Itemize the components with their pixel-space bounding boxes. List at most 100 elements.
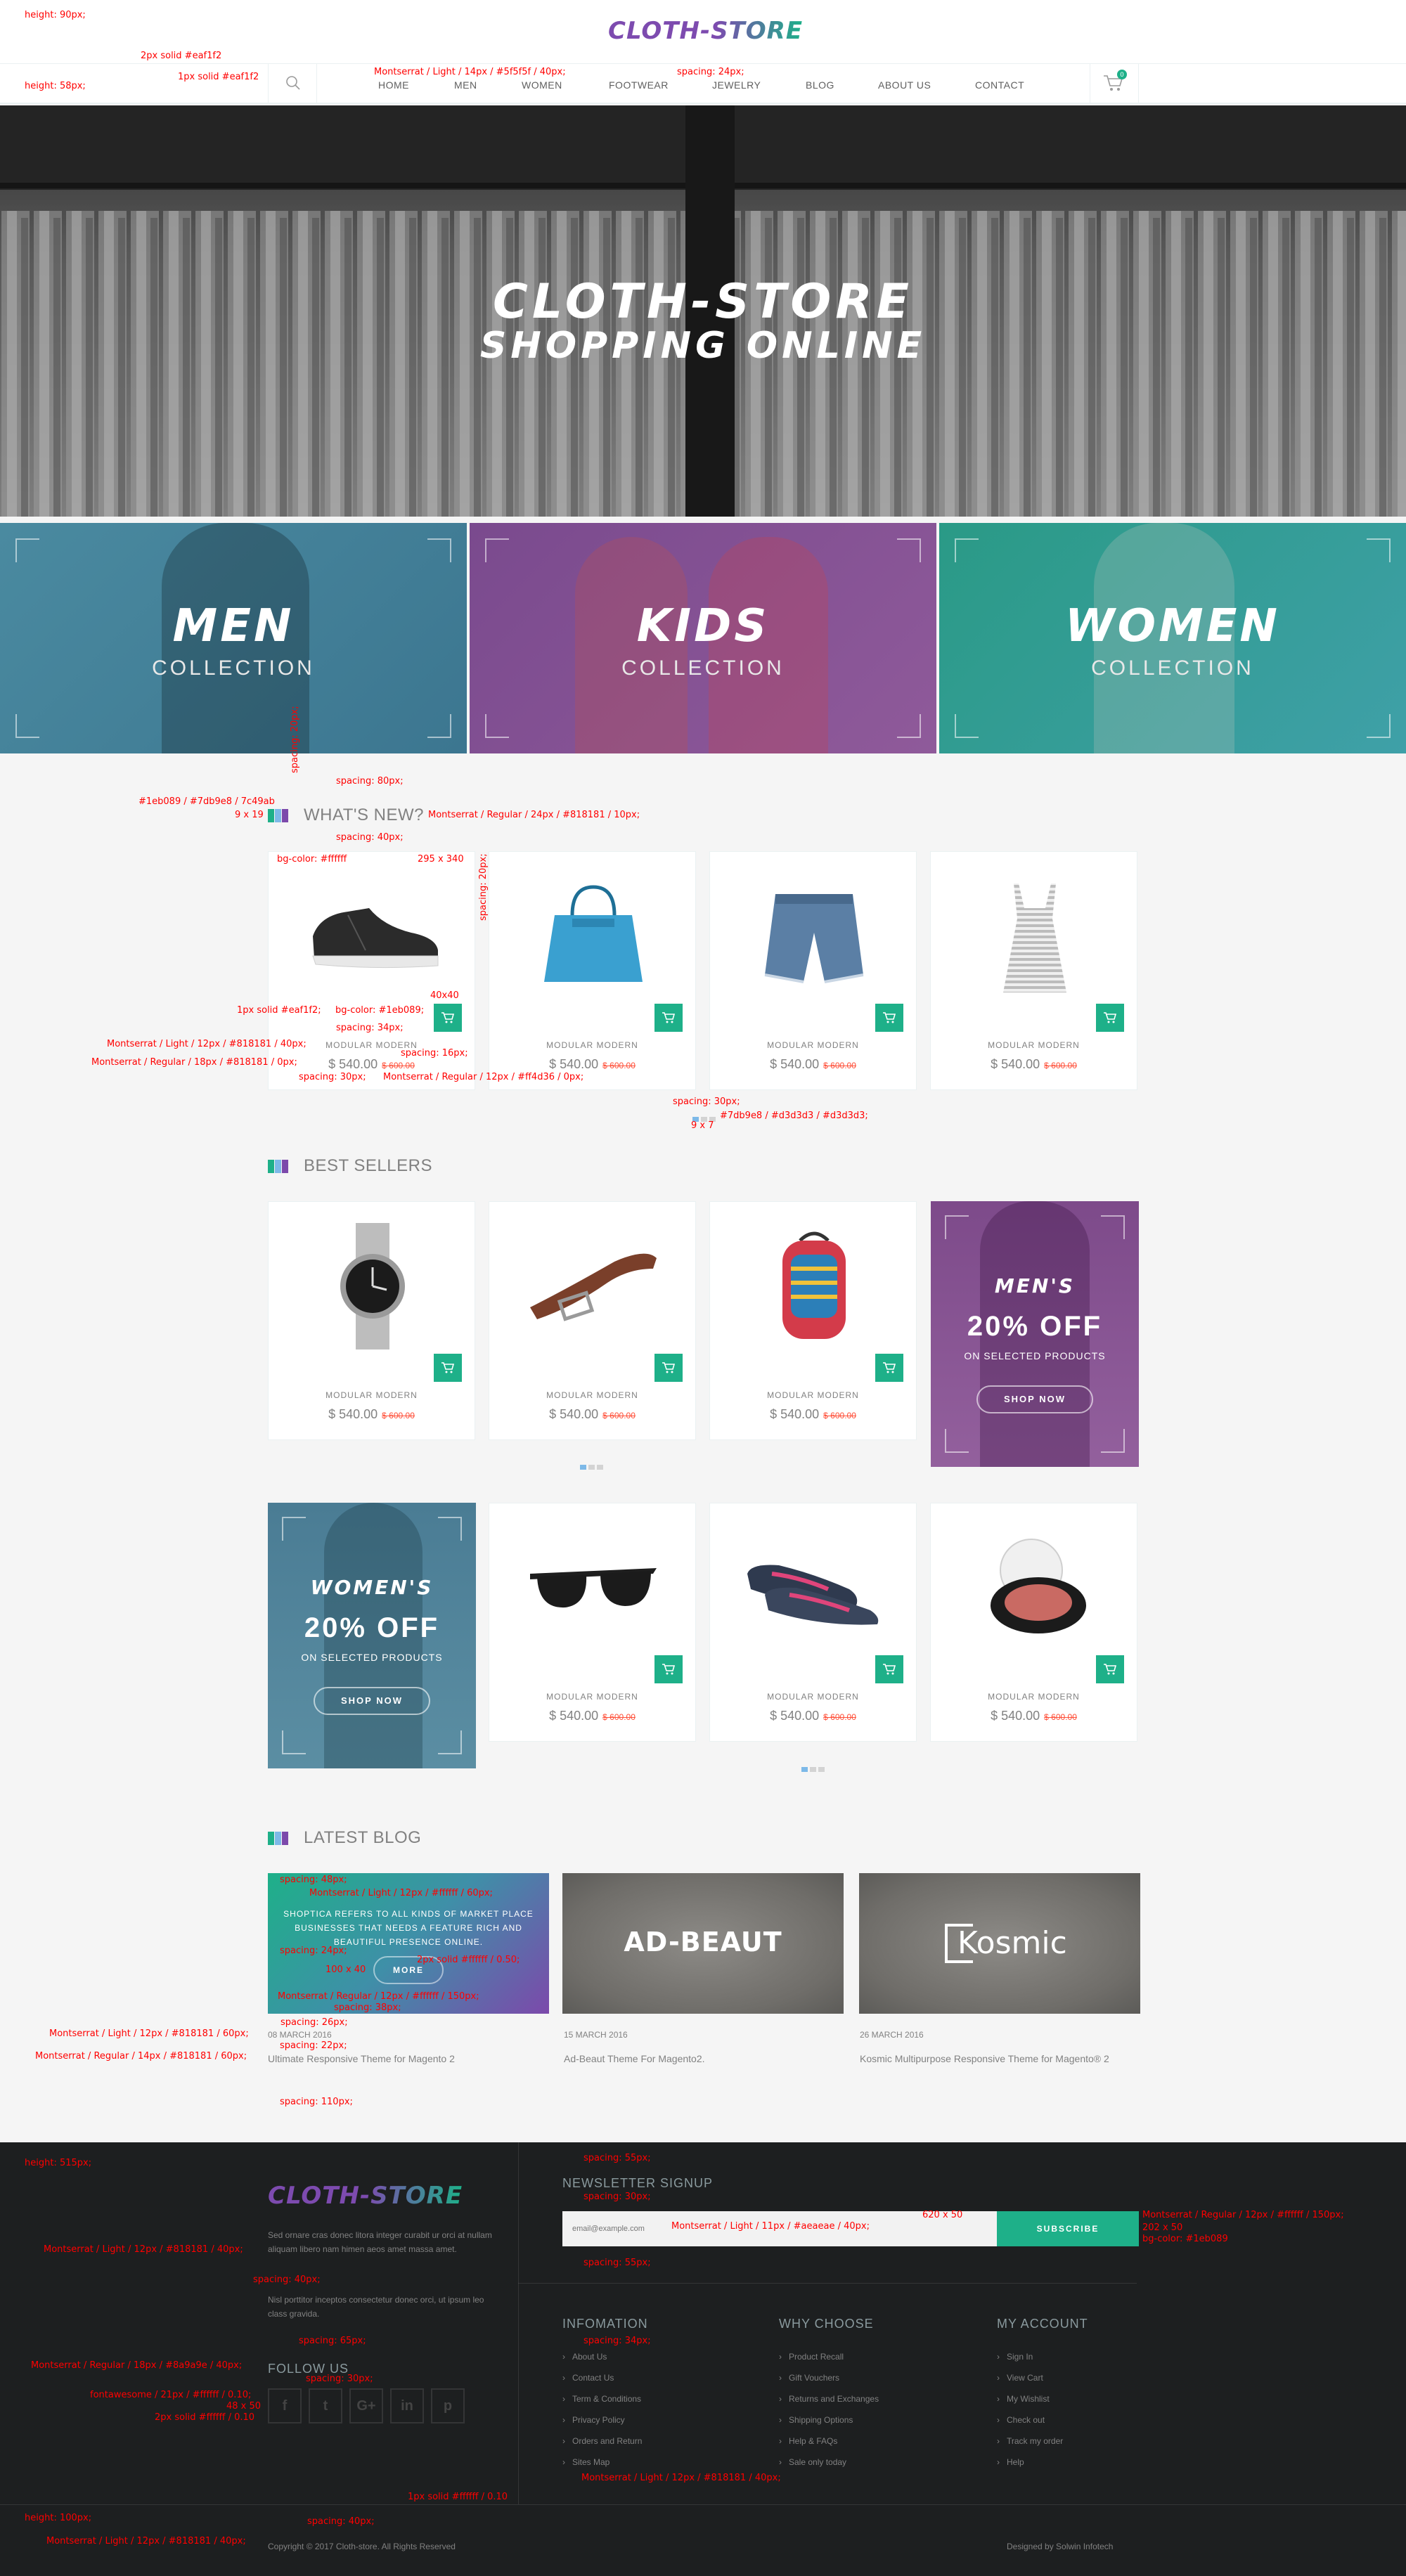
add-to-cart-button[interactable]: [1096, 1655, 1124, 1683]
current-price: $ 540.00: [328, 1407, 378, 1421]
add-to-cart-button[interactable]: [434, 1004, 462, 1032]
facebook-icon[interactable]: f: [268, 2388, 302, 2423]
add-to-cart-button[interactable]: [654, 1004, 683, 1032]
product-card[interactable]: MODULAR MODERN $ 540.00 $ 600.00: [930, 1503, 1137, 1742]
hero-subtitle: SHOPPING ONLINE: [479, 325, 927, 367]
product-image[interactable]: [489, 852, 697, 1021]
nav-about-us[interactable]: ABOUT US: [878, 79, 931, 91]
footer-link[interactable]: › Track my order: [997, 2436, 1063, 2446]
footer-logo[interactable]: CLOTH-STORE: [268, 2182, 463, 2210]
footer-link[interactable]: › Check out: [997, 2415, 1045, 2425]
frame-corner: [897, 714, 921, 738]
collection-subtitle: COLLECTION: [1091, 656, 1254, 680]
product-card[interactable]: MODULAR MODERN $ 540.00 $ 600.00: [489, 1503, 696, 1742]
footer-link[interactable]: › Help: [997, 2457, 1024, 2467]
collection-men[interactable]: MEN COLLECTION: [0, 523, 467, 753]
blog-title[interactable]: Kosmic Multipurpose Responsive Theme for…: [860, 2051, 1141, 2066]
footer-link[interactable]: › View Cart: [997, 2373, 1043, 2383]
nav-jewelry[interactable]: JEWELRY: [712, 79, 761, 91]
nav-women[interactable]: WOMEN: [522, 79, 562, 91]
shop-now-button[interactable]: SHOP NOW: [976, 1385, 1093, 1413]
subscribe-button[interactable]: SUBSCRIBE: [997, 2211, 1139, 2246]
annotation: 2px solid #ffffff / 0.10: [155, 2412, 255, 2423]
footer-link[interactable]: › Sites Map: [562, 2457, 610, 2467]
product-image[interactable]: [710, 1503, 917, 1672]
twitter-icon[interactable]: t: [309, 2388, 342, 2423]
nav-home[interactable]: HOME: [378, 79, 409, 91]
footer-link[interactable]: › Shipping Options: [779, 2415, 853, 2425]
footer-link[interactable]: › Privacy Policy: [562, 2415, 625, 2425]
add-to-cart-button[interactable]: [654, 1655, 683, 1683]
product-image[interactable]: [489, 1202, 697, 1371]
product-image[interactable]: [710, 1202, 917, 1371]
product-card[interactable]: MODULAR MODERN $ 540.00 $ 600.00: [489, 851, 696, 1090]
nav-men[interactable]: MEN: [454, 79, 477, 91]
add-to-cart-button[interactable]: [875, 1354, 903, 1382]
product-card[interactable]: MODULAR MODERN $ 540.00 $ 600.00: [709, 851, 917, 1090]
product-card[interactable]: MODULAR MODERN $ 540.00 $ 600.00: [709, 1503, 917, 1742]
add-to-cart-button[interactable]: [875, 1655, 903, 1683]
cart-icon: [883, 1012, 896, 1023]
product-card[interactable]: MODULAR MODERN $ 540.00 $ 600.00: [930, 851, 1137, 1090]
designed-by-text[interactable]: Designed by Solwin Infotech: [1007, 2542, 1113, 2551]
annotation: spacing: 34px;: [336, 1023, 404, 1033]
annotation: 9 x 7: [691, 1120, 714, 1131]
shop-now-button[interactable]: SHOP NOW: [314, 1687, 430, 1715]
add-to-cart-button[interactable]: [1096, 1004, 1124, 1032]
footer-link[interactable]: › Contact Us: [562, 2373, 614, 2383]
annotation: spacing: 34px;: [583, 2336, 651, 2346]
annotation: spacing: 110px;: [280, 2097, 353, 2107]
blush-icon: [990, 1539, 1086, 1633]
linkedin-icon[interactable]: in: [390, 2388, 424, 2423]
product-card[interactable]: MODULAR MODERN $ 540.00 $ 600.00: [268, 1201, 475, 1440]
footer-link[interactable]: › Help & FAQs: [779, 2436, 837, 2446]
blog-image[interactable]: Kosmic: [859, 1873, 1140, 2014]
annotation: spacing: 80px;: [336, 776, 404, 787]
nav-footwear[interactable]: FOOTWEAR: [609, 79, 669, 91]
cart-button[interactable]: 0: [1090, 64, 1139, 103]
footer-link[interactable]: › My Wishlist: [997, 2394, 1050, 2404]
footer-link[interactable]: › Product Recall: [779, 2352, 844, 2362]
search-button[interactable]: [268, 64, 317, 103]
carousel-dots[interactable]: [692, 1113, 718, 1122]
footer-link[interactable]: › Term & Conditions: [562, 2394, 641, 2404]
collection-kids[interactable]: KIDS COLLECTION: [470, 523, 936, 753]
nav-contact[interactable]: CONTACT: [975, 79, 1024, 91]
product-image[interactable]: [269, 1202, 476, 1371]
product-price: $ 540.00 $ 600.00: [269, 1407, 475, 1422]
nav-blog[interactable]: BLOG: [806, 79, 834, 91]
product-card[interactable]: MODULAR MODERN $ 540.00 $ 600.00: [489, 1201, 696, 1440]
old-price: $ 600.00: [602, 1411, 636, 1420]
blog-image[interactable]: AD-BEAUT: [562, 1873, 844, 2014]
blog-title[interactable]: Ultimate Responsive Theme for Magento 2: [268, 2051, 549, 2066]
footer-link[interactable]: › Sale only today: [779, 2457, 846, 2467]
collection-title: WOMEN: [1065, 600, 1280, 652]
add-to-cart-button[interactable]: [875, 1004, 903, 1032]
site-logo[interactable]: CLOTH-STORE: [608, 17, 803, 45]
footer-link[interactable]: › Orders and Return: [562, 2436, 642, 2446]
carousel-dots[interactable]: [801, 1763, 827, 1772]
product-image[interactable]: [489, 1503, 697, 1672]
product-image[interactable]: [710, 852, 917, 1021]
blog-title[interactable]: Ad-Beaut Theme For Magento2.: [564, 2051, 845, 2066]
footer-link[interactable]: › Gift Vouchers: [779, 2373, 839, 2383]
hero-banner[interactable]: CLOTH-STORE SHOPPING ONLINE: [0, 105, 1406, 517]
footer-link[interactable]: › About Us: [562, 2352, 607, 2362]
promo-womens[interactable]: WOMEN'S 20% OFF ON SELECTED PRODUCTS SHO…: [268, 1503, 476, 1768]
frame-corner: [438, 1730, 462, 1754]
product-card[interactable]: MODULAR MODERN $ 540.00 $ 600.00: [709, 1201, 917, 1440]
promo-mens[interactable]: MEN'S 20% OFF ON SELECTED PRODUCTS SHOP …: [931, 1201, 1139, 1467]
product-image[interactable]: [931, 1503, 1138, 1672]
google-plus-icon[interactable]: G+: [349, 2388, 383, 2423]
frame-corner: [427, 538, 451, 562]
footer-link[interactable]: › Returns and Exchanges: [779, 2394, 879, 2404]
carousel-dots[interactable]: [580, 1461, 605, 1470]
product-image[interactable]: [931, 852, 1138, 1021]
add-to-cart-button[interactable]: [654, 1354, 683, 1382]
collection-women[interactable]: WOMEN COLLECTION: [939, 523, 1406, 753]
footer-link[interactable]: › Sign In: [997, 2352, 1033, 2362]
add-to-cart-button[interactable]: [434, 1354, 462, 1382]
pinterest-icon[interactable]: p: [431, 2388, 465, 2423]
footer-about-text: Nisl porttitor inceptos consectetur done…: [268, 2295, 484, 2319]
old-price: $ 600.00: [1044, 1061, 1077, 1070]
